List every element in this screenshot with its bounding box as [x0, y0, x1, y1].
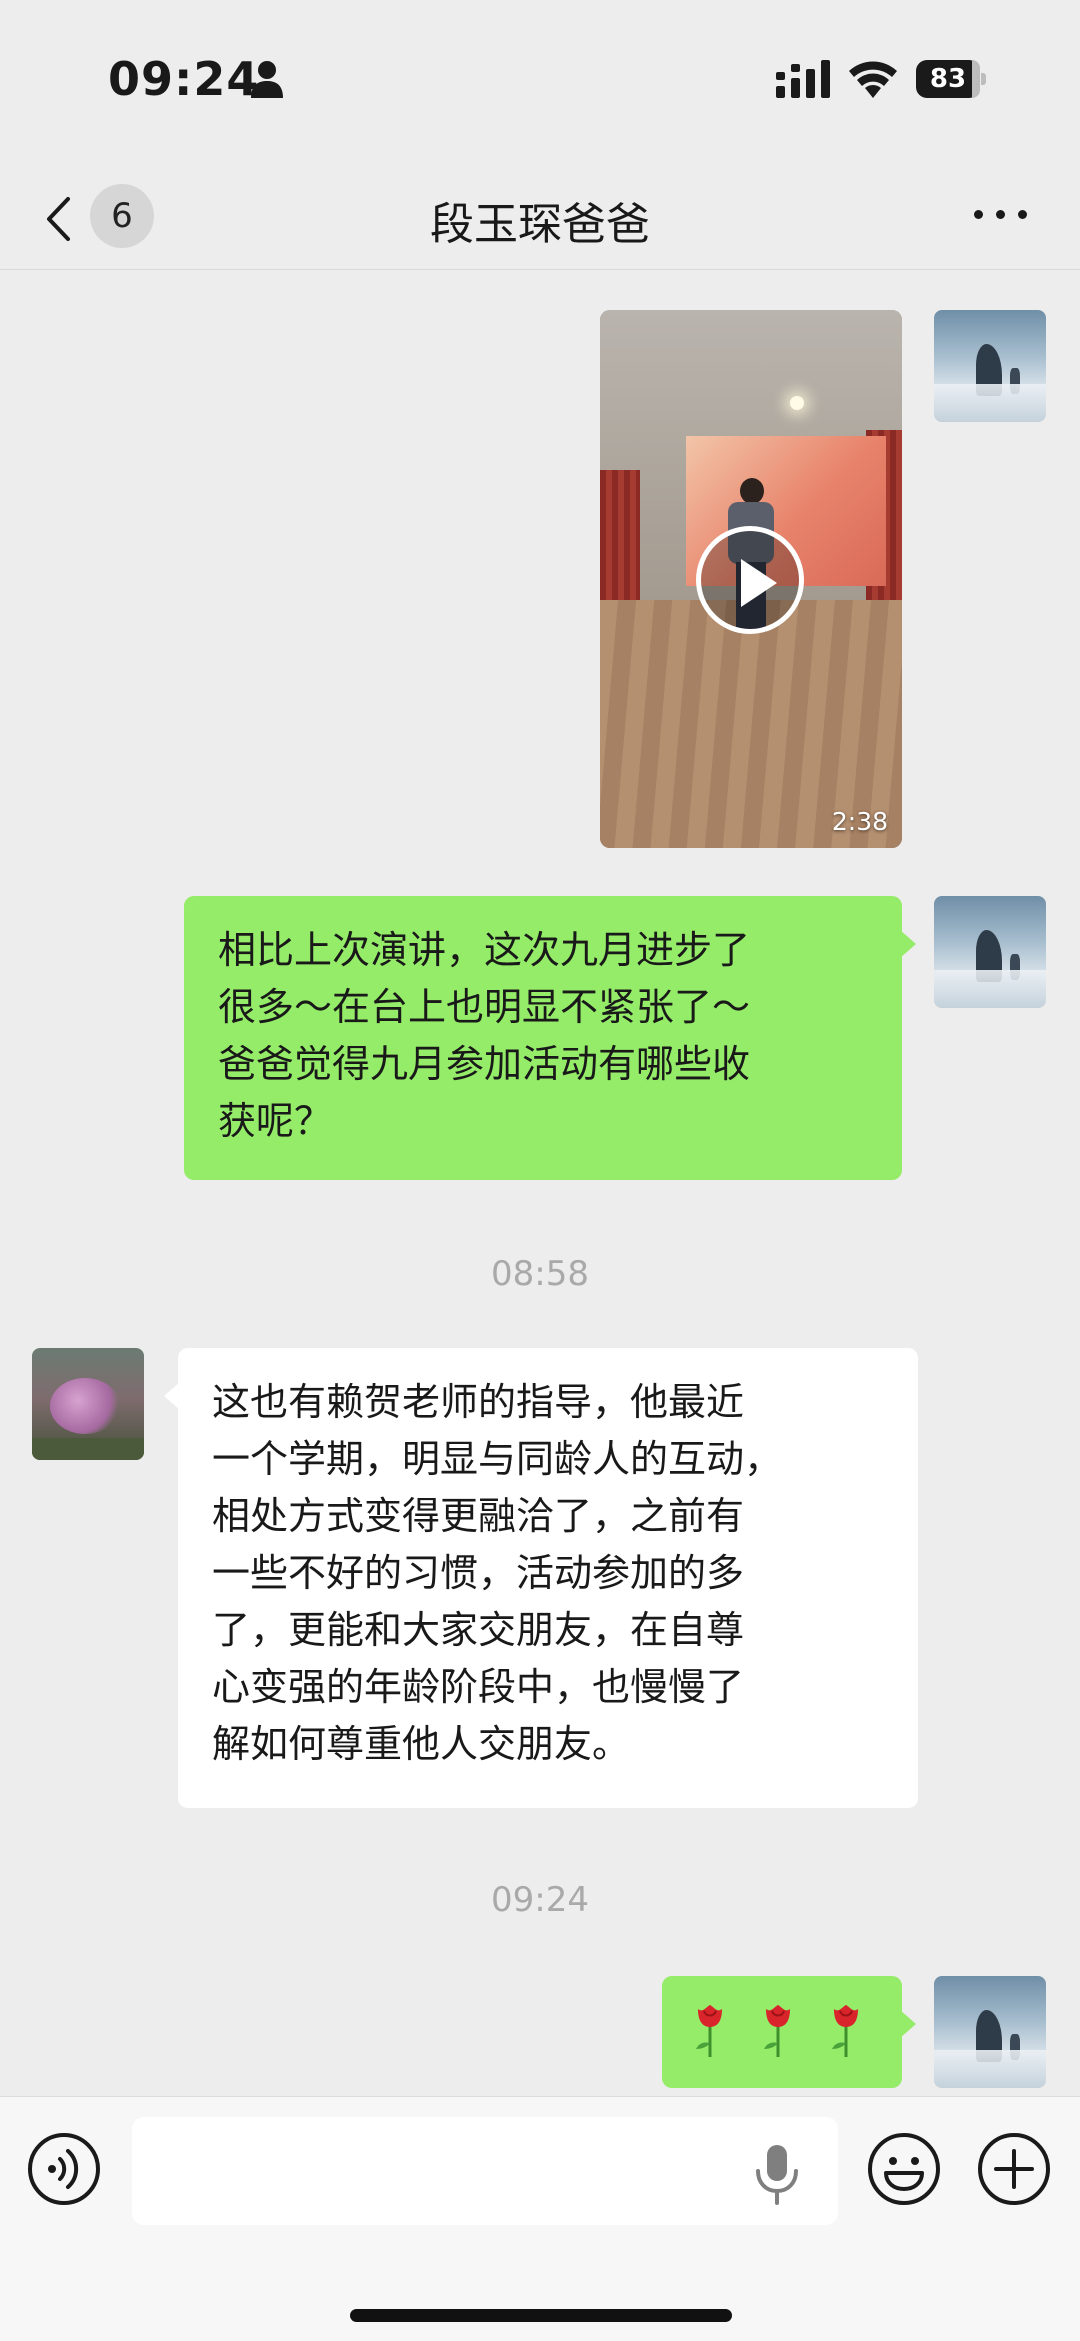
video-thumbnail-light	[790, 396, 804, 410]
message-line: 一些不好的习惯，活动参加的多	[212, 1551, 745, 1595]
video-thumbnail-curtain	[600, 470, 640, 610]
avatar-mist	[934, 384, 1046, 422]
avatar-ground	[32, 1438, 144, 1460]
voice-input-button[interactable]	[26, 2131, 102, 2207]
message-line: 获呢？	[218, 1099, 333, 1143]
cellular-signal-icon	[776, 60, 830, 98]
message-line: 这也有赖贺老师的指导，他最近	[212, 1380, 745, 1424]
self-avatar[interactable]	[934, 1976, 1046, 2088]
plus-button[interactable]	[976, 2131, 1052, 2207]
microphone-icon[interactable]	[754, 2143, 800, 2205]
home-indicator[interactable]	[350, 2309, 732, 2322]
message-bubble-other[interactable]: 这也有赖贺老师的指导，他最近 一个学期，明显与同龄人的互动， 相处方式变得更融洽…	[164, 1348, 918, 1808]
message-timestamp: 08:58	[491, 1254, 589, 1294]
rose-icon	[696, 2004, 722, 2057]
message-line: 相处方式变得更融洽了，之前有	[212, 1494, 745, 1538]
more-dot-icon	[996, 210, 1005, 219]
video-message[interactable]: 2:38	[600, 310, 902, 848]
avatar-mist	[934, 2050, 1046, 2088]
chat-title: 段玉琛爸爸	[430, 199, 650, 250]
child-head	[740, 478, 764, 504]
bubble-tail	[164, 1382, 180, 1410]
chat-screen: 09:24 83 6 段玉琛爸爸 2:38 相比上次演讲，这次九月进步了 很多～…	[0, 0, 1080, 2341]
message-bubble-self[interactable]: 相比上次演讲，这次九月进步了 很多～在台上也明显不紧张了～ 爸爸觉得九月参加活动…	[184, 896, 916, 1180]
bubble-tail	[900, 2010, 916, 2038]
message-line: 心变强的年龄阶段中，也慢慢了	[212, 1665, 745, 1709]
battery-indicator: 83	[916, 60, 986, 98]
chevron-left-icon	[47, 197, 70, 241]
message-line: 爸爸觉得九月参加活动有哪些收	[218, 1042, 751, 1086]
self-avatar[interactable]	[934, 310, 1046, 422]
status-bar: 09:24 83	[0, 0, 1080, 160]
unread-count-badge: 6	[90, 184, 154, 248]
bubble-tail	[900, 930, 916, 958]
message-line: 很多～在台上也明显不紧张了～	[218, 985, 751, 1029]
more-options-button[interactable]	[970, 194, 1032, 234]
avatar-blossom-tree	[50, 1378, 120, 1434]
battery-level: 83	[929, 64, 967, 94]
video-duration: 2:38	[831, 807, 888, 836]
message-timestamp: 09:24	[491, 1880, 589, 1920]
message-line: 一个学期，明显与同龄人的互动，	[212, 1437, 783, 1481]
battery-tip	[981, 73, 986, 85]
emoji-message-bubble[interactable]	[662, 1976, 916, 2088]
input-bar	[0, 2096, 1080, 2341]
rose-icon	[764, 2004, 791, 2057]
contact-avatar[interactable]	[32, 1348, 144, 1460]
avatar-mist	[934, 970, 1046, 1008]
status-time: 09:24	[108, 52, 260, 106]
battery-icon: 83	[916, 60, 980, 98]
more-dot-icon	[974, 210, 983, 219]
back-button[interactable]: 6	[36, 182, 156, 252]
message-line: 解如何尊重他人交朋友。	[212, 1722, 631, 1766]
person-icon	[251, 61, 283, 98]
emoji-button[interactable]	[866, 2131, 942, 2207]
play-icon	[741, 559, 777, 607]
more-dot-icon	[1018, 210, 1027, 219]
message-line: 了，更能和大家交朋友，在自尊	[212, 1608, 745, 1652]
message-line: 相比上次演讲，这次九月进步了	[218, 928, 751, 972]
play-button[interactable]	[696, 526, 804, 634]
wifi-icon	[849, 61, 897, 98]
self-avatar[interactable]	[934, 896, 1046, 1008]
rose-icon	[832, 2004, 859, 2057]
message-input[interactable]	[132, 2117, 838, 2225]
nav-bar: 6 段玉琛爸爸	[0, 160, 1080, 270]
